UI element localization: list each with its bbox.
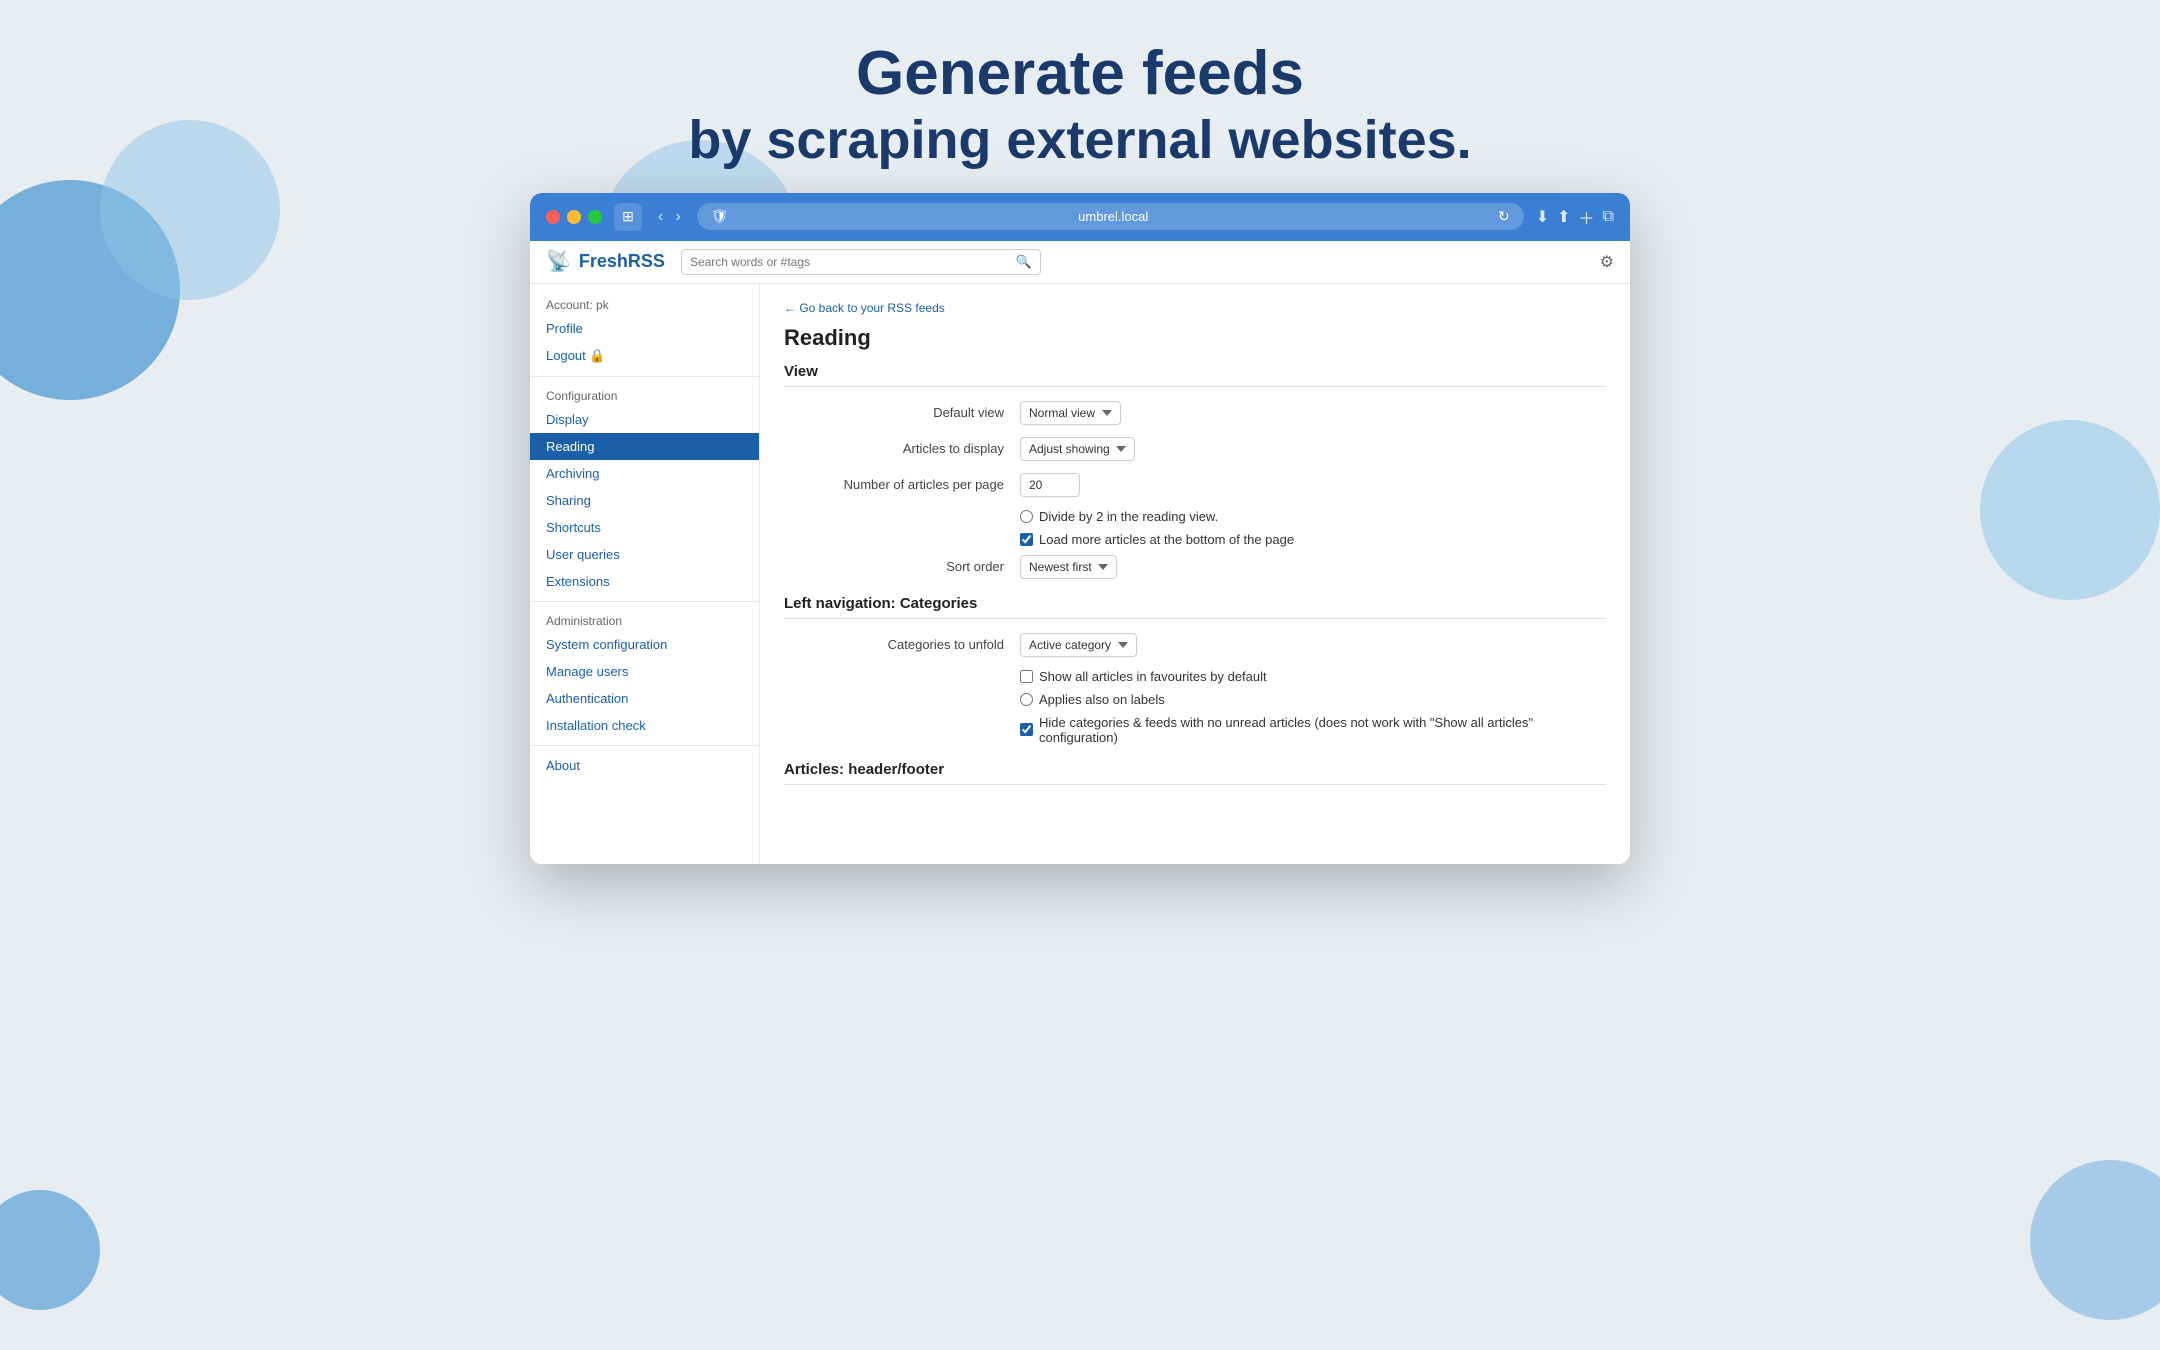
browser-wrapper: ⊞ ‹ › 🛡 umbrel.local ↻ ⬇ ⬆ ＋ ⧉ 📡 FreshRS…	[0, 193, 2160, 864]
checkbox-show-all-favourites[interactable]	[1020, 670, 1033, 683]
sidebar-item-user-queries[interactable]: User queries	[530, 541, 759, 568]
app-logo[interactable]: 📡 FreshRSS	[546, 249, 665, 274]
back-nav-button[interactable]: ‹	[654, 208, 667, 226]
select-default-view[interactable]: Normal view Global view Reader view	[1020, 401, 1121, 425]
forward-nav-button[interactable]: ›	[671, 208, 684, 226]
section-view: View Default view Normal view Global vie…	[784, 363, 1606, 579]
sidebar-item-shortcuts[interactable]: Shortcuts	[530, 514, 759, 541]
checkbox-load-more[interactable]	[1020, 533, 1033, 546]
browser-chrome: ⊞ ‹ › 🛡 umbrel.local ↻ ⬇ ⬆ ＋ ⧉	[530, 193, 1630, 241]
label-divide-by-2: Divide by 2 in the reading view.	[1039, 509, 1218, 524]
close-button[interactable]	[546, 210, 560, 224]
nav-buttons: ‹ ›	[654, 208, 685, 226]
sidebar-item-about[interactable]: About	[530, 752, 759, 779]
form-row-categories-unfold: Categories to unfold Active category All…	[784, 633, 1606, 657]
browser-window: ⊞ ‹ › 🛡 umbrel.local ↻ ⬇ ⬆ ＋ ⧉ 📡 FreshRS…	[530, 193, 1630, 864]
label-articles-display: Articles to display	[784, 441, 1004, 456]
select-sort-order[interactable]: Newest first Oldest first	[1020, 555, 1117, 579]
sidebar-item-manage-users[interactable]: Manage users	[530, 658, 759, 685]
new-tab-icon[interactable]: ＋	[1579, 205, 1595, 229]
minimize-button[interactable]	[567, 210, 581, 224]
headline-line1: Generate feeds	[20, 40, 2140, 108]
sidebar: Account: pk Profile Logout 🔒 Configurati…	[530, 284, 760, 864]
search-bar: 🔍	[681, 249, 1041, 275]
app-body: Account: pk Profile Logout 🔒 Configurati…	[530, 284, 1630, 864]
radio-row-applies-on-labels: Applies also on labels	[784, 692, 1606, 707]
control-articles-per-page	[1020, 473, 1080, 497]
sidebar-divider-1	[530, 376, 759, 377]
sidebar-item-installation-check[interactable]: Installation check	[530, 712, 759, 739]
traffic-lights	[546, 210, 602, 224]
sidebar-item-logout[interactable]: Logout 🔒	[530, 342, 759, 370]
sidebar-item-system-configuration[interactable]: System configuration	[530, 631, 759, 658]
logo-icon: 📡	[546, 249, 571, 274]
app-header: 📡 FreshRSS 🔍 ⚙	[530, 241, 1630, 284]
sidebar-item-profile[interactable]: Profile	[530, 315, 759, 342]
refresh-icon[interactable]: ↻	[1498, 208, 1510, 225]
control-categories-unfold: Active category All categories None	[1020, 633, 1137, 657]
share-icon[interactable]: ⬆	[1557, 207, 1570, 227]
label-default-view: Default view	[784, 405, 1004, 420]
sidebar-item-authentication[interactable]: Authentication	[530, 685, 759, 712]
control-articles-display: Adjust showing All articles Unread artic…	[1020, 437, 1135, 461]
form-row-default-view: Default view Normal view Global view Rea…	[784, 401, 1606, 425]
settings-icon[interactable]: ⚙	[1600, 252, 1614, 272]
label-hide-categories: Hide categories & feeds with no unread a…	[1039, 715, 1606, 745]
section-articles-header-footer-title: Articles: header/footer	[784, 761, 1606, 785]
sidebar-account-label: Account: pk	[530, 292, 759, 315]
label-applies-on-labels: Applies also on labels	[1039, 692, 1165, 707]
download-icon[interactable]: ⬇	[1536, 207, 1549, 227]
sidebar-item-reading[interactable]: Reading	[530, 433, 759, 460]
browser-actions: ⬇ ⬆ ＋ ⧉	[1536, 205, 1614, 229]
section-left-nav: Left navigation: Categories Categories t…	[784, 595, 1606, 745]
form-row-articles-per-page: Number of articles per page	[784, 473, 1606, 497]
input-articles-per-page[interactable]	[1020, 473, 1080, 497]
sidebar-toggle-button[interactable]: ⊞	[614, 203, 642, 231]
sidebar-divider-2	[530, 601, 759, 602]
select-articles-display[interactable]: Adjust showing All articles Unread artic…	[1020, 437, 1135, 461]
security-icon: 🛡	[711, 208, 729, 225]
maximize-button[interactable]	[588, 210, 602, 224]
back-link[interactable]: ← Go back to your RSS feeds	[784, 301, 945, 315]
control-default-view: Normal view Global view Reader view	[1020, 401, 1121, 425]
form-row-sort-order: Sort order Newest first Oldest first	[784, 555, 1606, 579]
bg-circle-bottom-left	[0, 1190, 100, 1310]
control-sort-order: Newest first Oldest first	[1020, 555, 1117, 579]
label-load-more: Load more articles at the bottom of the …	[1039, 532, 1294, 547]
sidebar-item-extensions[interactable]: Extensions	[530, 568, 759, 595]
bg-circle-bottom-right	[2030, 1160, 2160, 1320]
radio-divide-by-2[interactable]	[1020, 510, 1033, 523]
section-articles-header-footer: Articles: header/footer	[784, 761, 1606, 785]
sidebar-divider-3	[530, 745, 759, 746]
sidebar-item-display[interactable]: Display	[530, 406, 759, 433]
app-logo-text: FreshRSS	[579, 251, 665, 272]
section-left-nav-title: Left navigation: Categories	[784, 595, 1606, 619]
radio-row-divide-by-2: Divide by 2 in the reading view.	[784, 509, 1606, 524]
radio-applies-on-labels[interactable]	[1020, 693, 1033, 706]
main-content: ← Go back to your RSS feeds Reading View…	[760, 284, 1630, 864]
checkbox-hide-categories[interactable]	[1020, 723, 1033, 736]
checkbox-row-load-more: Load more articles at the bottom of the …	[784, 532, 1606, 547]
url-text: umbrel.local	[736, 209, 1490, 224]
search-icon[interactable]: 🔍	[1016, 254, 1032, 270]
label-categories-unfold: Categories to unfold	[784, 637, 1004, 652]
headline-section: Generate feeds by scraping external webs…	[0, 0, 2160, 193]
checkbox-row-hide-categories: Hide categories & feeds with no unread a…	[784, 715, 1606, 745]
search-input[interactable]	[690, 255, 1016, 269]
sidebar-administration-label: Administration	[530, 608, 759, 631]
select-categories-unfold[interactable]: Active category All categories None	[1020, 633, 1137, 657]
label-articles-per-page: Number of articles per page	[784, 477, 1004, 492]
sidebar-item-sharing[interactable]: Sharing	[530, 487, 759, 514]
address-bar[interactable]: 🛡 umbrel.local ↻	[697, 203, 1524, 230]
page-title: Reading	[784, 325, 1606, 351]
headline-line2: by scraping external websites.	[20, 108, 2140, 173]
label-sort-order: Sort order	[784, 559, 1004, 574]
section-view-title: View	[784, 363, 1606, 387]
form-row-articles-display: Articles to display Adjust showing All a…	[784, 437, 1606, 461]
checkbox-row-show-all-favourites: Show all articles in favourites by defau…	[784, 669, 1606, 684]
sidebar-configuration-label: Configuration	[530, 383, 759, 406]
label-show-all-favourites: Show all articles in favourites by defau…	[1039, 669, 1267, 684]
sidebar-item-archiving[interactable]: Archiving	[530, 460, 759, 487]
tab-overview-icon[interactable]: ⧉	[1603, 208, 1614, 226]
